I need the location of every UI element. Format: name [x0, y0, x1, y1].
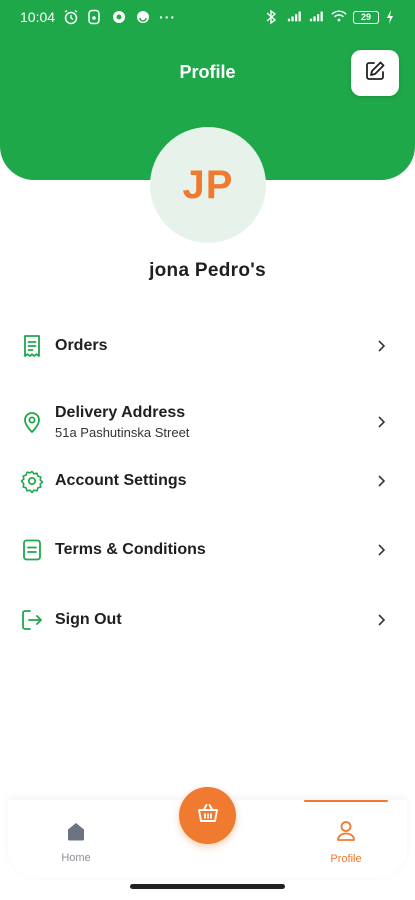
status-time: 10:04	[20, 9, 56, 25]
chevron-right-icon	[377, 613, 387, 627]
alarm-icon	[63, 9, 79, 25]
user-icon	[335, 819, 357, 848]
nav-profile-label: Profile	[330, 853, 362, 865]
menu-label: Terms & Conditions	[55, 541, 206, 558]
cart-button[interactable]	[179, 787, 236, 844]
menu-item-account-settings[interactable]: Account Settings	[0, 451, 415, 511]
menu-label: Sign Out	[55, 611, 122, 628]
menu-label: Account Settings	[55, 472, 187, 489]
status-bar: 10:04 ··· 29	[0, 0, 415, 34]
nav-home[interactable]: Home	[50, 820, 102, 865]
nav-home-label: Home	[61, 852, 91, 864]
chevron-right-icon	[377, 339, 387, 353]
location-pin-icon	[20, 410, 44, 434]
receipt-icon	[20, 334, 44, 358]
signal-icon	[287, 9, 303, 25]
edit-icon	[363, 59, 387, 88]
notification-icon	[87, 9, 103, 25]
user-name: jona Pedro's	[149, 260, 266, 281]
menu-item-orders[interactable]: Orders	[0, 316, 415, 376]
battery-level: 29	[360, 12, 371, 22]
avatar: JP	[150, 127, 266, 243]
more-status-icons: ···	[159, 9, 177, 25]
menu-item-sign-out[interactable]: Sign Out	[0, 590, 415, 650]
gear-icon	[20, 469, 44, 493]
menu-label: Delivery Address	[55, 404, 186, 421]
document-icon	[20, 538, 44, 562]
app-icon	[135, 9, 151, 25]
sign-out-icon	[20, 608, 44, 632]
chevron-right-icon	[377, 543, 387, 557]
basket-icon	[195, 800, 221, 831]
home-icon	[65, 820, 87, 847]
active-tab-indicator	[304, 800, 388, 802]
signal-icon	[309, 9, 325, 25]
bluetooth-icon	[265, 9, 281, 25]
system-home-indicator	[130, 884, 285, 889]
delivery-address-value: 51a Pashutinska Street	[55, 425, 190, 440]
charging-icon	[385, 9, 401, 25]
app-icon	[111, 9, 127, 25]
chevron-right-icon	[377, 415, 387, 429]
chevron-right-icon	[377, 474, 387, 488]
menu-item-delivery-address[interactable]: Delivery Address 51a Pashutinska Street	[0, 392, 415, 452]
wifi-icon	[331, 9, 347, 25]
battery-icon: 29	[353, 10, 379, 24]
menu-item-terms-conditions[interactable]: Terms & Conditions	[0, 520, 415, 580]
edit-profile-button[interactable]	[351, 50, 399, 96]
avatar-initials: JP	[182, 162, 234, 207]
nav-profile[interactable]: Profile	[304, 800, 388, 865]
menu-label: Orders	[55, 337, 108, 354]
